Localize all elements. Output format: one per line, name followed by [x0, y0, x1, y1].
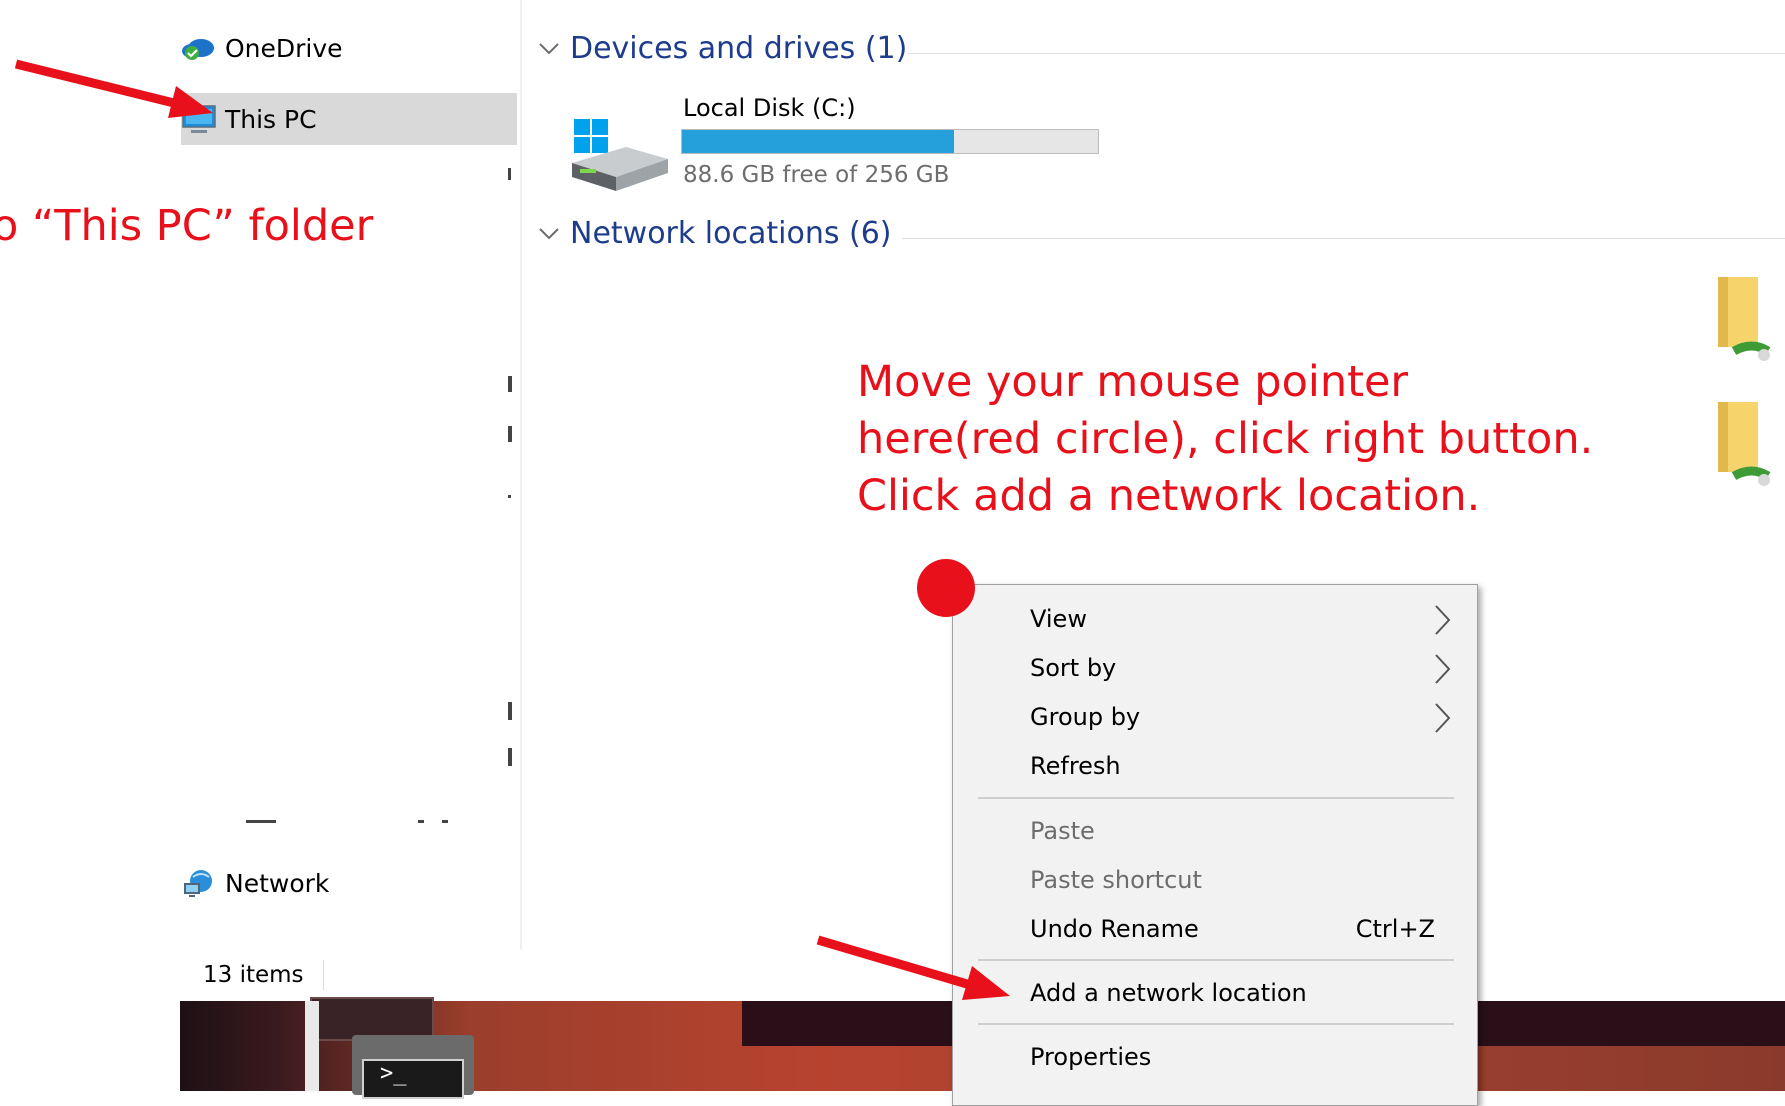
menu-item-label: Refresh [1030, 752, 1121, 780]
menu-item-label: Add a network location [1030, 979, 1307, 1007]
nav-pane: OneDrive This PC Network [0, 0, 520, 950]
terminal-icon[interactable]: >_ [352, 1035, 474, 1099]
network-folder-icon[interactable] [1716, 400, 1776, 500]
nav-edge-mark [442, 820, 448, 823]
menu-item-label: Properties [1030, 1043, 1152, 1071]
menu-item-label: View [1030, 605, 1087, 633]
menu-item-label: Paste [1030, 817, 1095, 845]
taskbar-divider [305, 1001, 319, 1091]
menu-item-label: Undo Rename [1030, 915, 1199, 943]
instruction-line: Move your mouse pointer [857, 357, 1409, 407]
section-header-devices[interactable]: Devices and drives (1) [538, 31, 907, 66]
nav-edge-mark [508, 495, 511, 498]
drive-name: Local Disk (C:) [683, 94, 856, 122]
chevron-right-icon [1435, 703, 1451, 733]
menu-item-properties[interactable]: Properties [953, 1035, 1477, 1079]
nav-edge-mark [508, 168, 511, 180]
menu-item-shortcut: Ctrl+Z [1355, 915, 1435, 943]
nav-item-network[interactable]: Network [181, 858, 329, 908]
menu-item-sort-by[interactable]: Sort by [953, 646, 1477, 690]
nav-label-network: Network [225, 868, 330, 898]
nav-label-onedrive: OneDrive [225, 33, 343, 63]
menu-separator [978, 959, 1454, 961]
status-bar-divider [323, 960, 324, 990]
section-header-network-locations[interactable]: Network locations (6) [538, 216, 892, 251]
menu-separator [978, 1023, 1454, 1025]
section-title-devices: Devices and drives (1) [570, 31, 908, 66]
network-folder-icon[interactable] [1716, 275, 1776, 375]
chevron-down-icon [539, 227, 559, 239]
nav-edge-mark [418, 820, 424, 823]
annotation-instructions: Move your mouse pointer here(red circle)… [857, 354, 1593, 525]
menu-item-paste: Paste [953, 809, 1477, 853]
chevron-right-icon [1435, 654, 1451, 684]
menu-item-view[interactable]: View [953, 597, 1477, 641]
chevron-right-icon [1435, 605, 1451, 635]
menu-item-paste-shortcut: Paste shortcut [953, 858, 1477, 902]
nav-edge-mark [508, 702, 512, 720]
instruction-line: Click add a network location. [857, 471, 1481, 521]
nav-edge-mark [508, 426, 512, 442]
drive-tile-local-disk[interactable]: Local Disk (C:) 88.6 GB free of 256 GB [565, 90, 1105, 200]
pane-divider[interactable] [520, 0, 522, 950]
annotation-red-circle [917, 559, 975, 617]
network-icon [184, 870, 212, 897]
nav-edge-mark [508, 748, 512, 766]
menu-item-label: Sort by [1030, 654, 1117, 682]
menu-item-label: Group by [1030, 703, 1141, 731]
menu-item-refresh[interactable]: Refresh [953, 744, 1477, 788]
drive-usage-fill [682, 130, 955, 153]
section-divider [908, 53, 1785, 54]
menu-item-label: Paste shortcut [1030, 866, 1202, 894]
terminal-screen [362, 1059, 464, 1099]
menu-item-group-by[interactable]: Group by [953, 695, 1477, 739]
instruction-line: here(red circle), click right button. [857, 414, 1594, 464]
annotation-arrow-this-pc [14, 59, 213, 118]
menu-separator [978, 797, 1454, 799]
chevron-down-icon [539, 42, 559, 54]
nav-label-this-pc: This PC [225, 104, 317, 134]
status-item-count: 13 items [203, 962, 304, 988]
nav-edge-mark [508, 376, 512, 392]
nav-edge-mark [246, 820, 276, 823]
hard-drive-icon [572, 119, 668, 191]
context-menu[interactable]: View Sort by Group by Refresh Paste Past… [952, 584, 1478, 1106]
drive-usage-bar [681, 129, 1099, 154]
terminal-prompt-glyph: >_ [380, 1061, 407, 1086]
section-title-network-locations: Network locations (6) [570, 216, 892, 251]
annotation-this-pc-folder: o “This PC” folder [0, 201, 374, 251]
drive-free-space: 88.6 GB free of 256 GB [683, 162, 950, 188]
section-divider [902, 238, 1785, 239]
annotation-arrow-add-network [816, 935, 1010, 1000]
